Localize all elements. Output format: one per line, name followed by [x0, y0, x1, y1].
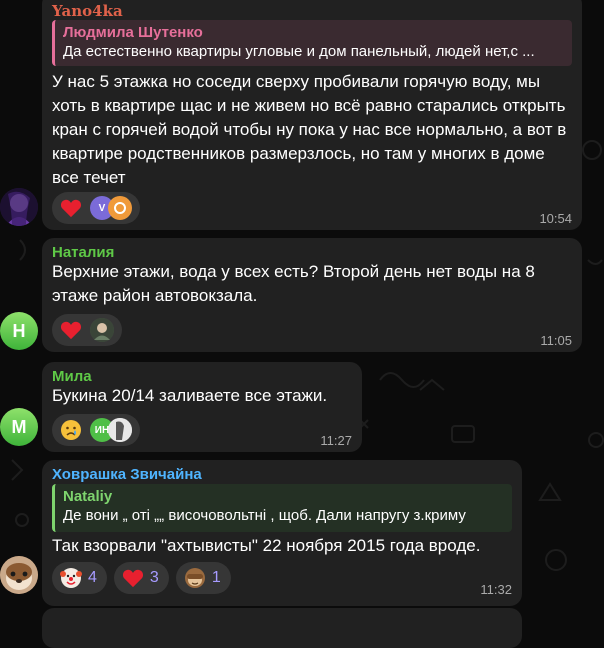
message-text: Верхние этажи, вода у всех есть? Второй …	[52, 262, 535, 305]
reaction-crying[interactable]: ИН	[52, 414, 140, 446]
message-bubble[interactable]: Ховрашка Звичайна Nataliy Де вони „ оті …	[42, 460, 522, 606]
reaction-count: 1	[211, 569, 221, 586]
reply-sender-name: Людмила Шутенко	[63, 24, 203, 41]
message-bubble[interactable]: Мила Букина 20/14 заливаете все этажи. И…	[42, 362, 362, 452]
message-bubble[interactable]: Yano4ka Людмила Шутенко Да естественно к…	[42, 0, 582, 230]
sender-name[interactable]: Ховрашка Звичайна	[52, 466, 202, 483]
reaction-clown[interactable]: 4	[52, 562, 107, 594]
reaction-heart[interactable]	[52, 314, 122, 346]
reactions-bar: ИН	[52, 414, 140, 446]
message-time: 11:05	[540, 333, 572, 348]
clown-face-icon	[60, 568, 82, 588]
sender-name[interactable]: Мила	[52, 368, 92, 385]
reaction-monkey[interactable]: 1	[175, 562, 231, 594]
message-text: Букина 20/14 заливаете все этажи.	[52, 386, 328, 405]
heart-icon	[60, 199, 82, 218]
reactor-avatar	[90, 318, 114, 342]
reaction-heart[interactable]: V	[52, 192, 140, 224]
reactions-bar	[52, 314, 122, 346]
message-time: 10:54	[539, 211, 572, 226]
reply-sender-name: Nataliy	[63, 488, 113, 505]
sender-name[interactable]: Yano4ka	[52, 2, 123, 20]
avatar[interactable]: М	[0, 408, 38, 446]
avatar[interactable]	[0, 188, 38, 226]
crying-face-icon	[61, 420, 81, 440]
reactions-bar: V	[52, 192, 140, 224]
heart-icon	[60, 321, 82, 340]
reply-text: Да естественно квартиры угловые и дом па…	[63, 43, 535, 60]
reaction-count: 4	[88, 569, 97, 586]
reactor-avatar	[108, 196, 132, 220]
sender-name[interactable]: Наталия	[52, 244, 114, 261]
message-bubble-partial[interactable]	[42, 608, 522, 648]
reaction-count: 3	[149, 569, 159, 586]
reply-text: Де вони „ оті „„ височовольтні , щоб. Да…	[63, 507, 466, 524]
avatar[interactable]: Н	[0, 312, 38, 350]
reply-quote[interactable]: Людмила Шутенко Да естественно квартиры …	[52, 20, 572, 66]
message-time: 11:27	[320, 433, 352, 448]
message-text: Так взорвали "ахтывисты" 22 ноября 2015 …	[52, 536, 481, 555]
see-no-evil-monkey-icon	[184, 568, 205, 588]
reaction-heart[interactable]: 3	[113, 562, 169, 594]
reply-quote[interactable]: Nataliy Де вони „ оті „„ височовольтні ,…	[52, 484, 512, 532]
reactions-bar: 4 3 1	[52, 562, 231, 594]
message-text: У нас 5 этажка но соседи сверху пробивал…	[52, 72, 567, 187]
heart-icon	[122, 569, 143, 588]
avatar[interactable]	[0, 556, 38, 594]
message-time: 11:32	[480, 582, 512, 597]
reactor-avatar	[108, 418, 132, 442]
message-bubble[interactable]: Наталия Верхние этажи, вода у всех есть?…	[42, 238, 582, 352]
